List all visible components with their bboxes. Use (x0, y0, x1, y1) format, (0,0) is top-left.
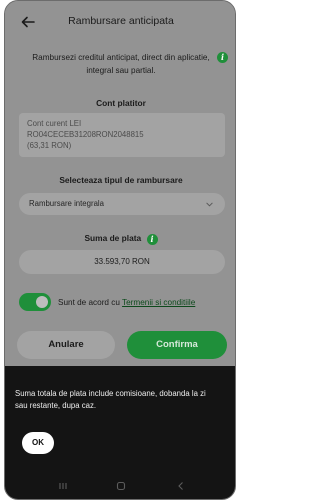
dimmed-screen: Rambursare anticipata Rambursezi creditu… (5, 1, 235, 366)
repayment-type-value: Rambursare integrala (29, 199, 104, 208)
home-icon[interactable] (115, 480, 127, 492)
account-name: Cont curent LEI (27, 119, 82, 128)
amount-label-row: Suma de plata i (5, 233, 235, 245)
amount-field: 33.593,70 RON (19, 250, 225, 274)
page-title: Rambursare anticipata (68, 15, 174, 27)
confirm-button[interactable]: Confirma (127, 331, 227, 359)
toggle-knob (36, 296, 48, 308)
chevron-down-icon (206, 202, 213, 207)
terms-link[interactable]: Termenii si conditiile (122, 298, 195, 307)
account-iban: RO04CECEB31208RON2048815 (27, 130, 144, 139)
amount-label: Suma de plata (84, 233, 142, 243)
header: Rambursare anticipata (5, 11, 235, 35)
cancel-button[interactable]: Anulare (17, 331, 115, 359)
ok-button[interactable]: OK (22, 432, 54, 454)
account-label: Cont platitor (96, 98, 146, 108)
back-nav-icon[interactable] (175, 480, 187, 492)
repayment-type-label: Selecteaza tipul de rambursare (59, 175, 183, 185)
terms-agreement-text: Sunt de acord cu (58, 298, 123, 307)
system-nav-bar (5, 470, 235, 499)
info-icon[interactable]: i (217, 52, 228, 63)
account-field: Cont curent LEI RO04CECEB31208RON2048815… (19, 113, 225, 157)
terms-agreement: Sunt de acord cu Termenii si conditiile (58, 298, 195, 307)
intro-text-block: Rambursezi creditul anticipat, direct di… (27, 52, 228, 77)
intro-text: Rambursezi creditul anticipat, direct di… (32, 53, 210, 75)
info-icon[interactable]: i (146, 234, 158, 245)
repayment-type-select[interactable]: Rambursare integrala (19, 193, 225, 215)
phone-frame: Rambursare anticipata Rambursezi creditu… (4, 0, 236, 500)
terms-toggle[interactable] (19, 293, 51, 311)
info-message: Suma totala de plata include comisioane,… (15, 389, 206, 410)
account-balance: (63,31 RON) (27, 141, 72, 150)
info-bottom-sheet: Suma totala de plata include comisioane,… (5, 366, 235, 470)
recent-apps-icon[interactable] (57, 480, 69, 492)
